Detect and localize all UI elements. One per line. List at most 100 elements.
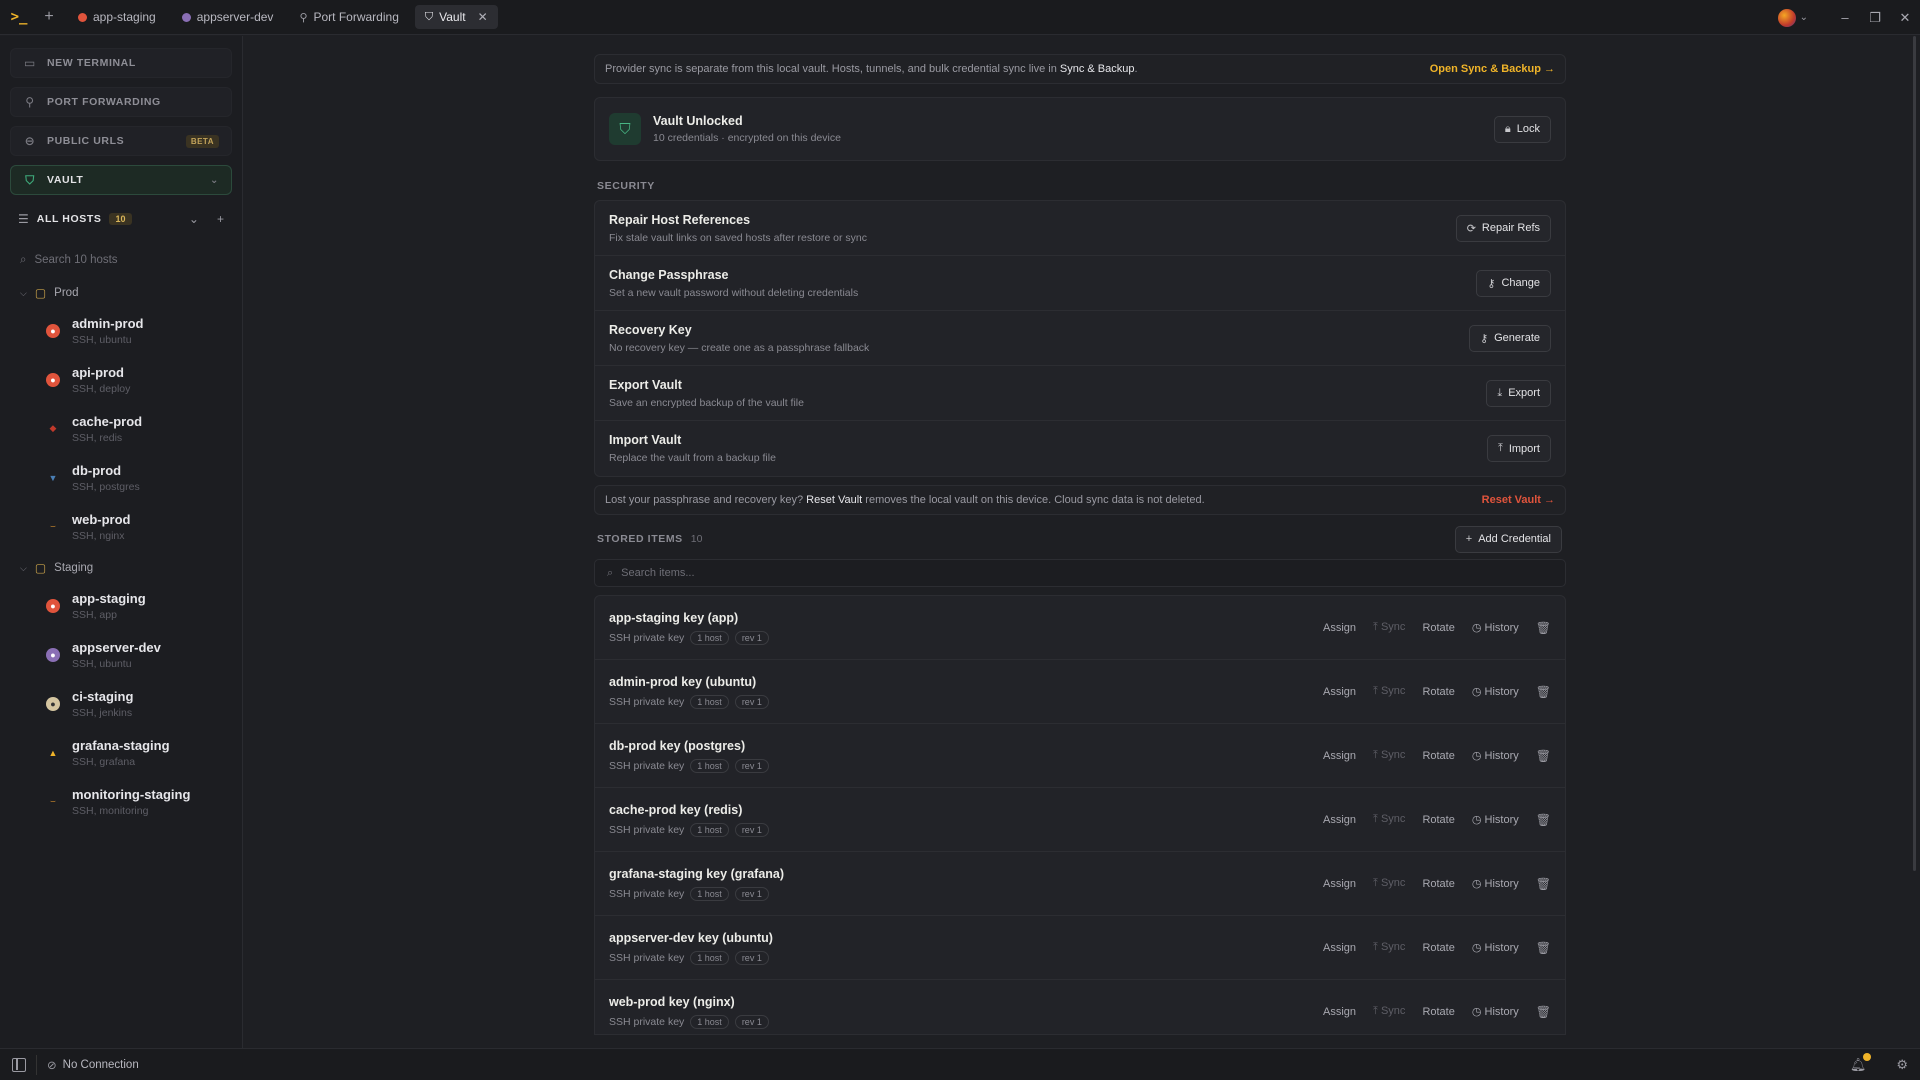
- row-desc: No recovery key — create one as a passph…: [609, 341, 870, 354]
- host-admin-prod[interactable]: ● admin-prod SSH, ubuntu: [10, 306, 232, 355]
- host-search-placeholder: Search 10 hosts: [34, 254, 118, 266]
- trash-icon[interactable]: 🗑︎: [1536, 749, 1551, 763]
- export-vault-button[interactable]: ⤓ Export: [1486, 379, 1551, 407]
- scrollbar[interactable]: [1913, 36, 1916, 871]
- lock-button[interactable]: 🔒︎ Lock: [1493, 115, 1551, 143]
- reset-vault-link[interactable]: Reset Vault →: [1482, 494, 1555, 506]
- history-button[interactable]: ◷ History: [1472, 1005, 1519, 1018]
- history-button[interactable]: ◷ History: [1472, 813, 1519, 826]
- open-sync-backup-link[interactable]: Open Sync & Backup →: [1430, 63, 1555, 75]
- trash-icon[interactable]: 🗑︎: [1536, 1005, 1551, 1019]
- sync-button[interactable]: ⤒ Sync: [1373, 877, 1405, 890]
- history-button[interactable]: ◷ History: [1472, 877, 1519, 890]
- host-grafana-staging[interactable]: ▲ grafana-staging SSH, grafana: [10, 728, 232, 777]
- assign-button[interactable]: Assign: [1323, 622, 1356, 634]
- credential-row[interactable]: db-prod key (postgres) SSH private key 1 h…: [595, 724, 1565, 788]
- trash-icon[interactable]: 🗑︎: [1536, 685, 1551, 699]
- rotate-button[interactable]: Rotate: [1422, 622, 1454, 634]
- trash-icon[interactable]: 🗑︎: [1536, 813, 1551, 827]
- chevron-down-icon[interactable]: ⌄: [189, 212, 199, 226]
- assign-button[interactable]: Assign: [1323, 878, 1356, 890]
- sidebar-item-new-terminal[interactable]: ▭ NEW TERMINAL: [10, 48, 232, 78]
- assign-button[interactable]: Assign: [1323, 686, 1356, 698]
- close-icon[interactable]: ✕: [478, 10, 488, 24]
- assign-button[interactable]: Assign: [1323, 1006, 1356, 1018]
- chevron-down-icon[interactable]: ⌄: [210, 175, 219, 186]
- credential-row[interactable]: grafana-staging key (grafana) SSH private…: [595, 852, 1565, 916]
- sync-button[interactable]: ⤒ Sync: [1373, 749, 1405, 762]
- folder-staging[interactable]: ⌵ ▢ Staging: [10, 555, 232, 581]
- credential-row[interactable]: app-staging key (app) SSH private key 1 ho…: [595, 596, 1565, 660]
- trash-icon[interactable]: 🗑︎: [1536, 621, 1551, 635]
- host-web-prod[interactable]: ⌣ web-prod SSH, nginx: [10, 502, 232, 551]
- host-api-prod[interactable]: ● api-prod SSH, deploy: [10, 355, 232, 404]
- upload-icon: ⤒: [1373, 1005, 1378, 1017]
- repair-refs-button[interactable]: ⟳ Repair Refs: [1455, 214, 1551, 242]
- tab-port-forwarding[interactable]: ⚲ Port Forwarding: [289, 5, 408, 29]
- app-logo-icon[interactable]: >_: [0, 0, 38, 35]
- items-search-input[interactable]: ⌕ Search items...: [594, 559, 1566, 587]
- sync-button[interactable]: ⤒ Sync: [1373, 813, 1405, 826]
- all-hosts-header[interactable]: ☰ ALL HOSTS 10 ⌄ +: [10, 204, 232, 234]
- rotate-button[interactable]: Rotate: [1422, 878, 1454, 890]
- host-app-staging[interactable]: ● app-staging SSH, app: [10, 581, 232, 630]
- row-desc: Save an encrypted backup of the vault fi…: [609, 396, 804, 409]
- notifications-button[interactable]: 🔔︎: [1850, 1052, 1872, 1073]
- trash-icon[interactable]: 🗑︎: [1536, 941, 1551, 955]
- history-button[interactable]: ◷ History: [1472, 621, 1519, 634]
- trash-icon[interactable]: 🗑︎: [1536, 877, 1551, 891]
- history-icon: ◷: [1471, 1006, 1482, 1018]
- search-icon: ⌕: [20, 253, 27, 266]
- host-cache-prod[interactable]: ◆ cache-prod SSH, redis: [10, 404, 232, 453]
- sidebar-toggle-icon[interactable]: [12, 1057, 26, 1072]
- credential-row[interactable]: appserver-dev key (ubuntu) SSH private ke…: [595, 916, 1565, 980]
- close-window-button[interactable]: ✕: [1890, 10, 1920, 26]
- link-icon: ⊖: [24, 134, 36, 148]
- sidebar-item-public-urls[interactable]: ⊖ PUBLIC URLS BETA: [10, 126, 232, 156]
- button-label: Import: [1508, 442, 1540, 455]
- host-appserver-dev[interactable]: ● appserver-dev SSH, ubuntu: [10, 630, 232, 679]
- host-monitoring-staging[interactable]: ⌣ monitoring-staging SSH, monitoring: [10, 777, 232, 826]
- avatar[interactable]: [1777, 8, 1796, 27]
- rotate-button[interactable]: Rotate: [1422, 686, 1454, 698]
- refresh-icon: ⟳: [1466, 222, 1476, 235]
- sidebar-item-port-forwarding[interactable]: ⚲ PORT FORWARDING: [10, 87, 232, 117]
- tab-app-staging[interactable]: app-staging: [68, 5, 166, 29]
- rotate-button[interactable]: Rotate: [1422, 942, 1454, 954]
- credential-row[interactable]: admin-prod key (ubuntu) SSH private key 1 …: [595, 660, 1565, 724]
- sync-button[interactable]: ⤒ Sync: [1373, 941, 1405, 954]
- rotate-button[interactable]: Rotate: [1422, 814, 1454, 826]
- sidebar-item-vault[interactable]: ⛉ VAULT ⌄: [10, 165, 232, 195]
- host-search-input[interactable]: ⌕ Search 10 hosts: [10, 244, 232, 276]
- settings-icon[interactable]: ⚙: [1896, 1057, 1908, 1073]
- sync-button[interactable]: ⤒ Sync: [1373, 685, 1405, 698]
- sync-button[interactable]: ⤒ Sync: [1373, 1005, 1405, 1018]
- rotate-button[interactable]: Rotate: [1422, 1006, 1454, 1018]
- import-vault-button[interactable]: ⤒ Import: [1486, 435, 1551, 462]
- sync-label: Sync: [1380, 685, 1406, 697]
- add-host-button[interactable]: +: [217, 212, 224, 226]
- add-credential-button[interactable]: + Add Credential: [1454, 525, 1562, 553]
- chevron-down-icon[interactable]: ⌄: [1800, 12, 1808, 23]
- folder-prod[interactable]: ⌵ ▢ Prod: [10, 280, 232, 306]
- tab-appserver-dev[interactable]: appserver-dev: [172, 5, 284, 29]
- assign-button[interactable]: Assign: [1323, 750, 1356, 762]
- history-button[interactable]: ◷ History: [1472, 749, 1519, 762]
- sync-button[interactable]: ⤒ Sync: [1373, 621, 1405, 634]
- hosts-pill: 1 host: [690, 822, 729, 837]
- credential-row[interactable]: web-prod key (nginx) SSH private key 1 hos…: [595, 980, 1565, 1034]
- assign-button[interactable]: Assign: [1323, 814, 1356, 826]
- credential-row[interactable]: cache-prod key (redis) SSH private key 1 h…: [595, 788, 1565, 852]
- history-button[interactable]: ◷ History: [1472, 685, 1519, 698]
- generate-recovery-key-button[interactable]: ⚷ Generate: [1469, 324, 1551, 352]
- new-tab-button[interactable]: +: [38, 6, 60, 28]
- history-button[interactable]: ◷ History: [1472, 941, 1519, 954]
- rotate-button[interactable]: Rotate: [1422, 750, 1454, 762]
- assign-button[interactable]: Assign: [1323, 942, 1356, 954]
- minimize-button[interactable]: –: [1830, 10, 1860, 25]
- host-db-prod[interactable]: ▼ db-prod SSH, postgres: [10, 453, 232, 502]
- tab-vault[interactable]: ⛉ Vault ✕: [414, 5, 498, 29]
- maximize-button[interactable]: ❐: [1860, 10, 1890, 26]
- change-passphrase-button[interactable]: ⚷ Change: [1476, 269, 1551, 297]
- host-ci-staging[interactable]: ● ci-staging SSH, jenkins: [10, 679, 232, 728]
